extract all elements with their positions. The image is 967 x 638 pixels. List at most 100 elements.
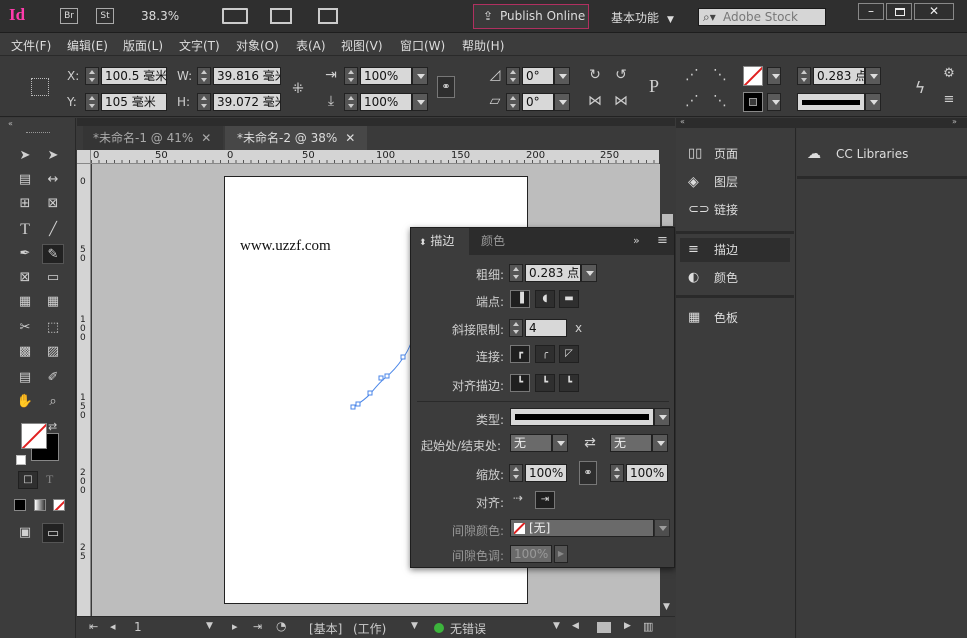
projecting-cap-button[interactable]: ▬ [559,290,579,308]
round-join-button[interactable]: ╭ [535,345,555,363]
menu-table[interactable]: 表(A) [296,37,326,54]
fill-color-box[interactable] [21,423,47,449]
split-window-icon[interactable]: ▥ [643,620,653,633]
drawn-path[interactable] [343,335,413,415]
gap-tint-arrow-icon[interactable]: ▶ [554,545,568,563]
first-page-icon[interactable]: ⇤ [89,620,98,633]
chevron-down-icon[interactable]: ▼ [553,621,560,631]
preflight-profile[interactable]: [基本] [309,620,342,637]
x-field[interactable]: 100.5 毫米 [101,67,167,85]
scale-y-dropdown[interactable] [412,93,428,111]
formatting-container-icon[interactable]: □ [18,471,38,489]
reference-point-icon[interactable] [31,78,49,96]
align-arrow-extend-icon[interactable]: ⇢ [513,491,523,505]
apply-color-icon[interactable] [14,499,26,511]
view-options-icon[interactable] [222,8,248,24]
stroke-weight-field[interactable]: 0.283 点 [813,67,865,85]
stock-search[interactable]: ⌕▾ Adobe Stock [698,8,826,26]
panel-item-color[interactable]: ◐ 颜色 [676,266,794,290]
hand-tool-icon[interactable]: ✋ [14,392,36,412]
align-arrow-inside-button[interactable]: ⇥ [535,491,555,509]
select-content-icon[interactable]: ⋰ [683,91,701,111]
swap-colors-icon[interactable]: ⇄ [48,420,57,433]
stroke-swatch[interactable] [743,92,763,112]
x-stepper[interactable] [85,67,99,85]
scroll-down-arrow[interactable]: ▼ [663,602,670,612]
free-transform-tool-icon[interactable]: ⬚ [42,318,64,338]
apply-none-icon[interactable] [53,499,65,511]
eyedropper-tool-icon[interactable]: ✐ [42,368,64,388]
panel-item-cc-libraries[interactable]: ☁ CC Libraries [797,142,967,166]
close-icon[interactable]: ✕ [201,131,211,145]
collapse-toolbox-icon[interactable]: « [8,119,13,128]
note-tool-icon[interactable]: ▤ [14,368,36,388]
grid-tool-icon[interactable]: ▦ [42,292,64,312]
scale1-stepper[interactable] [509,464,523,482]
zoom-level[interactable]: 38.3% [141,9,179,23]
start-dropdown[interactable] [552,434,568,452]
arrange-docs-icon[interactable] [318,8,338,24]
content-placer-icon[interactable]: ⊠ [42,194,64,214]
butt-cap-button[interactable]: ▐ [510,290,530,308]
preview-mode-icon[interactable]: ▭ [42,523,64,543]
preflight-mode[interactable]: (工作) [353,620,386,637]
stock-button[interactable]: St [96,8,114,24]
table-tool-icon[interactable]: ▦ [14,292,36,312]
gap-color-dropdown[interactable] [654,519,670,537]
collapse-panel-icon[interactable]: » [633,234,640,247]
close-icon[interactable]: ✕ [345,131,355,145]
align-outside-button[interactable]: ┗ [559,374,579,392]
gap-tint-field[interactable]: 100% [510,545,552,563]
stroke-type-select[interactable] [510,408,654,426]
rotate-stepper[interactable] [506,67,520,85]
chevron-down-icon[interactable]: ▼ [206,621,213,631]
select-previous-icon[interactable]: ⋱ [710,65,730,85]
scale-y-stepper[interactable] [344,93,358,111]
scale2-field[interactable]: 100% [626,464,668,482]
align-center-button[interactable]: ┗ [510,374,530,392]
menu-help[interactable]: 帮助(H) [462,37,504,54]
menu-layout[interactable]: 版面(L) [123,37,163,54]
rotate-field[interactable]: 0° [522,67,554,85]
menu-object[interactable]: 对象(O) [236,37,279,54]
expand-dock-icon[interactable]: « [680,117,685,126]
pencil-tool-icon[interactable]: ✎ [42,244,64,264]
h-field[interactable]: 39.072 毫米 [213,93,281,111]
shear-dropdown[interactable] [554,93,570,111]
publish-online-button[interactable]: ⇪ Publish Online [473,4,589,29]
tab-stroke[interactable]: ⬍ 描边 [411,228,469,255]
page-text-frame[interactable]: www.uzzf.com [240,238,331,255]
rectangle-frame-tool-icon[interactable]: ⊠ [14,268,36,288]
chevron-down-icon[interactable]: ▼ [411,621,418,631]
scale-y-field[interactable]: 100% [360,93,412,111]
link-scale-icon[interactable]: ⚭ [437,76,455,98]
workspace-switcher[interactable]: 基本功能 ▼ [611,9,674,26]
select-container-icon[interactable]: ⋰ [683,65,701,85]
w-field[interactable]: 39.816 毫米 [213,67,281,85]
next-page-icon[interactable]: ▸ [232,620,238,633]
y-field[interactable]: 105 毫米 [101,93,167,111]
line-tool-icon[interactable]: ╱ [42,220,64,240]
horizontal-scroll-thumb[interactable] [597,622,611,633]
menu-view[interactable]: 视图(V) [341,37,383,54]
apply-gradient-icon[interactable] [34,499,46,511]
screen-mode-icon[interactable] [270,8,292,24]
round-cap-button[interactable]: ◖ [535,290,555,308]
stroke-type-field[interactable] [797,93,865,111]
menu-type[interactable]: 文字(T) [179,37,220,54]
default-colors-icon[interactable] [16,455,26,465]
fill-none-swatch[interactable] [743,66,763,86]
scale-x-dropdown[interactable] [412,67,428,85]
miter-stepper[interactable] [509,319,523,337]
stroke-type-dropdown[interactable] [865,93,881,111]
scissors-tool-icon[interactable]: ✂ [14,318,36,338]
menu-edit[interactable]: 编辑(E) [67,37,108,54]
ruler-corner[interactable] [77,150,91,164]
align-inside-button[interactable]: ┗ [535,374,555,392]
pen-tool-icon[interactable]: ✒ [14,244,36,264]
swap-ends-icon[interactable]: ⇄ [581,433,599,453]
scroll-right-arrow[interactable]: ▶ [624,621,631,631]
maximize-button[interactable] [886,3,912,20]
miter-join-button[interactable]: ┏ [510,345,530,363]
direct-selection-tool-icon[interactable]: ➤ [42,146,64,166]
